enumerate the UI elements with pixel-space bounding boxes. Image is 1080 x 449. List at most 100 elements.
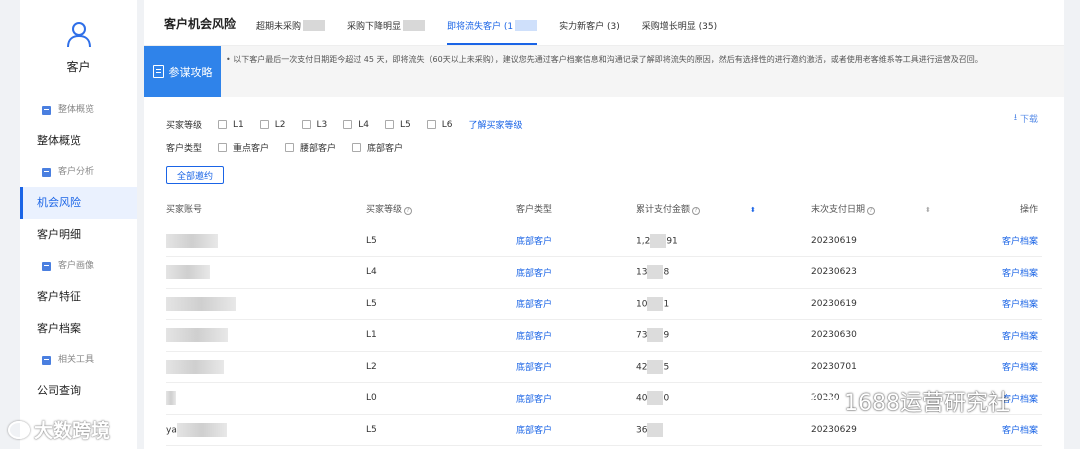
- help-icon[interactable]: ?: [867, 207, 876, 215]
- help-icon[interactable]: ?: [692, 207, 701, 215]
- tab-strong-new[interactable]: 实力新客户 (3): [559, 19, 620, 45]
- help-icon[interactable]: ?: [404, 207, 413, 215]
- cell-amount: 40 0: [636, 382, 811, 415]
- header-label: 客户类型: [516, 205, 553, 215]
- level-checkbox-l1[interactable]: L1: [218, 120, 244, 130]
- tab-growth[interactable]: 采购增长明显 (35): [642, 19, 717, 45]
- header-label: 末次支付日期: [811, 205, 866, 215]
- cell-level: L5: [366, 288, 516, 320]
- sidebar-item-overview[interactable]: 整体概览: [20, 125, 137, 157]
- sidebar-group-label: 客户分析: [58, 167, 95, 177]
- level-checkbox-l5[interactable]: L5: [385, 120, 411, 130]
- col-account: 买家账号: [166, 192, 366, 225]
- customer-profile-link[interactable]: 客户档案: [936, 225, 1042, 257]
- customer-profile-link[interactable]: 客户档案: [936, 351, 1042, 383]
- download-label: 下载: [1019, 114, 1038, 125]
- type-checkbox-key[interactable]: 重点客户: [218, 141, 269, 154]
- watermark-right-text: 1688运营研究社: [844, 391, 1010, 416]
- sort-icon[interactable]: ⬍: [925, 206, 931, 214]
- customer-profile-link[interactable]: 客户档案: [936, 414, 1042, 446]
- level-checkbox-l4[interactable]: L4: [343, 120, 369, 130]
- tab-label: 实力新客户 (3): [559, 22, 620, 32]
- download-button[interactable]: ⭳ 下载: [1014, 110, 1038, 126]
- cell-account: [166, 319, 366, 352]
- sort-icon[interactable]: ⬍: [750, 206, 756, 214]
- table-row: L5 底部客户 10 1 20230619 客户档案: [166, 288, 1042, 320]
- sidebar-item-label: 整体概览: [37, 134, 81, 147]
- cell-amount: 73 9: [636, 319, 811, 352]
- cell-type[interactable]: 底部客户: [516, 382, 636, 415]
- checkbox-box: [218, 120, 227, 129]
- amount-prefix: 42: [636, 362, 648, 373]
- level-checkbox-l2[interactable]: L2: [259, 120, 286, 130]
- sidebar-item-label: 公司查询: [37, 384, 81, 397]
- level-checkbox-l6[interactable]: L6: [426, 120, 453, 130]
- strategy-button[interactable]: 参谋攻略: [144, 46, 221, 97]
- redacted-count: [515, 20, 538, 31]
- cell-type[interactable]: 底部客户: [516, 288, 636, 320]
- table-row: L1 底部客户 73 9 20230630 客户档案: [166, 319, 1042, 352]
- level-checkbox-l3[interactable]: L3: [301, 120, 327, 130]
- sidebar-item-opportunity-risk[interactable]: 机会风险: [20, 187, 137, 219]
- sidebar-item-customer-profile[interactable]: 客户档案: [20, 313, 137, 345]
- level-help-link[interactable]: 了解买家等级: [469, 118, 523, 131]
- download-icon: ⭳: [1013, 113, 1017, 123]
- type-filter-row: 客户类型 重点客户 腰部客户 底部客户: [166, 136, 523, 159]
- cell-level: L5: [366, 225, 516, 257]
- type-checkbox-waist[interactable]: 腰部客户: [285, 141, 336, 154]
- type-checkbox-bottom[interactable]: 底部客户: [352, 141, 403, 154]
- cell-type[interactable]: 底部客户: [516, 414, 636, 446]
- redacted-count: [303, 20, 326, 31]
- cell-amount: 13 8: [636, 256, 811, 289]
- tab-bar: 客户机会风险 超期未采购 采购下降明显 即将流失客户 (1 实力新客户 (3) …: [144, 0, 1064, 46]
- amount-prefix: 40: [636, 393, 648, 404]
- sidebar-item-customer-detail[interactable]: 客户明细: [20, 219, 137, 251]
- sidebar-item-company-query[interactable]: 公司查询: [20, 375, 137, 407]
- tab-decline[interactable]: 采购下降明显: [347, 19, 426, 45]
- watermark-right: 1688运营研究社: [812, 385, 1010, 417]
- cell-type[interactable]: 底部客户: [516, 225, 636, 257]
- cell-account: ya: [166, 414, 366, 446]
- sidebar-group-label: 整体概览: [58, 105, 95, 115]
- col-type: 客户类型: [516, 192, 636, 225]
- module-icon: [42, 355, 51, 365]
- header-label: 操作: [1019, 205, 1038, 215]
- sidebar-item-customer-feature[interactable]: 客户特征: [20, 281, 137, 313]
- tab-overdue[interactable]: 超期未采购: [256, 19, 326, 45]
- cell-type[interactable]: 底部客户: [516, 351, 636, 383]
- checkbox-box: [343, 120, 353, 129]
- redacted-count: [403, 20, 426, 31]
- cell-amount: 1,2 91: [636, 225, 811, 257]
- tab-label: 采购下降明显: [347, 22, 402, 32]
- cell-account: [166, 256, 366, 289]
- customer-profile-link[interactable]: 客户档案: [936, 256, 1042, 289]
- cell-date: 20230619: [811, 225, 936, 257]
- customer-profile-link[interactable]: 客户档案: [936, 319, 1042, 352]
- cell-type[interactable]: 底部客户: [516, 319, 636, 352]
- customer-profile-link[interactable]: 客户档案: [936, 288, 1042, 320]
- cell-type[interactable]: 底部客户: [516, 256, 636, 289]
- redacted-amount: [647, 296, 664, 311]
- tab-churn-risk[interactable]: 即将流失客户 (1: [447, 19, 538, 45]
- document-icon: [152, 65, 164, 78]
- checkbox-box: [426, 120, 436, 129]
- table-row: L2 底部客户 42 5 20230701 客户档案: [166, 351, 1042, 383]
- module-icon: [42, 105, 51, 115]
- cell-level: L4: [366, 256, 516, 289]
- amount-suffix: 1: [663, 299, 670, 310]
- main-panel: 客户机会风险 超期未采购 采购下降明显 即将流失客户 (1 实力新客户 (3) …: [144, 0, 1064, 449]
- redacted-account: [166, 296, 236, 311]
- sidebar-group-label: 客户画像: [58, 261, 95, 271]
- redacted-account: [166, 391, 176, 406]
- cell-date: 20230630: [811, 319, 936, 352]
- redacted-amount: [647, 359, 664, 374]
- type-filter-label: 客户类型: [166, 144, 203, 154]
- redacted-amount: [647, 422, 664, 437]
- invite-all-button[interactable]: 全部邀约: [166, 166, 224, 184]
- redacted-account: [166, 359, 224, 374]
- col-amount[interactable]: 累计支付金额? ⬍: [636, 192, 811, 225]
- module-icon: [42, 167, 51, 177]
- sidebar: 客户 整体概览 整体概览 客户分析 机会风险 客户明细 客户画像 客户特征 客户…: [20, 0, 137, 449]
- sidebar-group-overview: 整体概览: [20, 95, 137, 125]
- col-last-pay-date[interactable]: 末次支付日期? ⬍: [811, 192, 936, 225]
